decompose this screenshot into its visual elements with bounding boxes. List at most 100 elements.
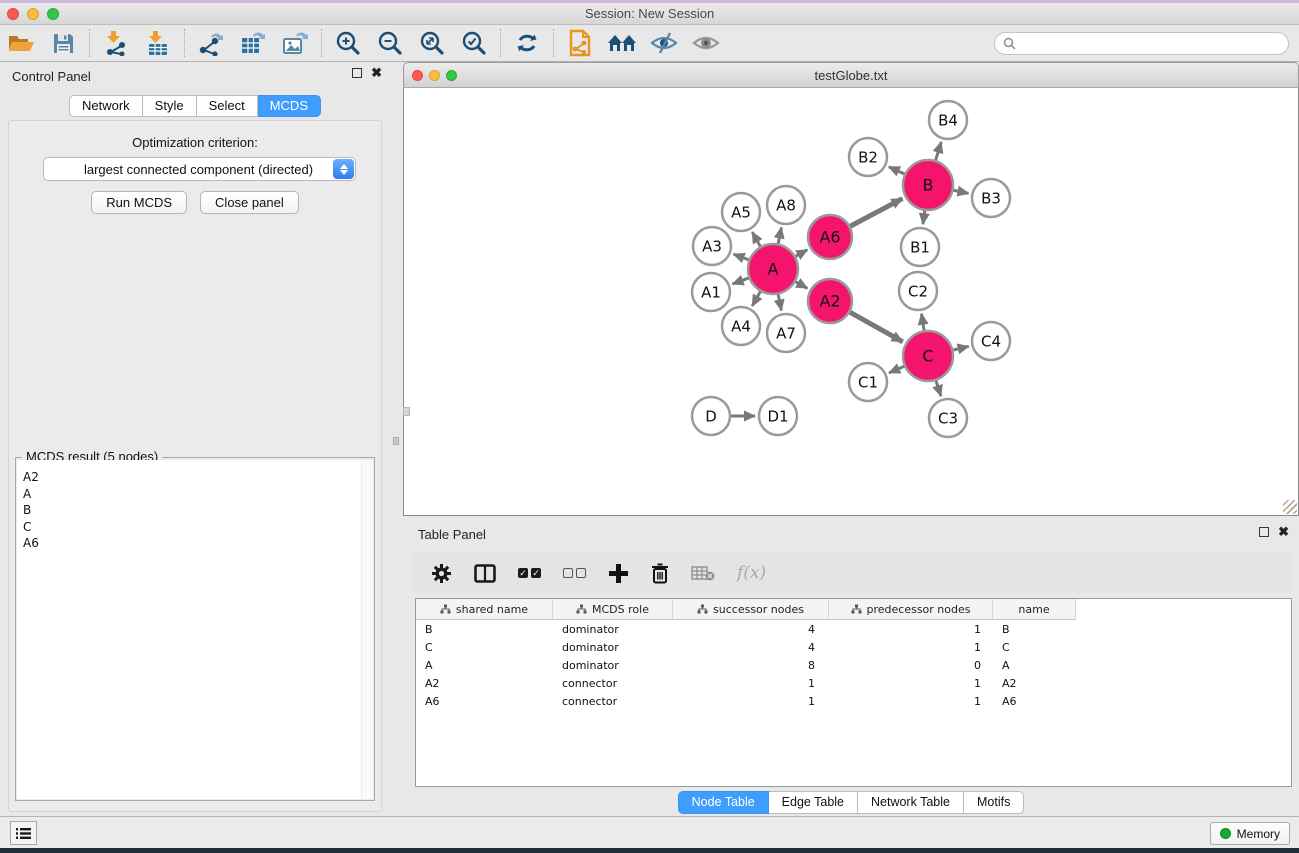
result-list-item[interactable]: C bbox=[23, 519, 373, 536]
network-window-title: testGlobe.txt bbox=[404, 68, 1298, 83]
graph-node-label: C1 bbox=[858, 374, 878, 392]
canvas-edge-handle[interactable] bbox=[403, 407, 410, 416]
window-titlebar[interactable]: Session: New Session bbox=[0, 3, 1299, 25]
search-field[interactable] bbox=[994, 32, 1289, 55]
search-icon bbox=[1003, 37, 1016, 50]
attribute-type-icon bbox=[697, 604, 708, 615]
resize-grip[interactable] bbox=[1283, 500, 1297, 514]
search-input[interactable] bbox=[1021, 37, 1288, 51]
optimization-criterion-dropdown[interactable]: largest connected component (directed) bbox=[43, 157, 356, 181]
graph-node-label: A7 bbox=[776, 325, 796, 343]
fit-content-button[interactable] bbox=[411, 27, 453, 59]
table-cell: 1 bbox=[829, 676, 993, 692]
float-panel-icon[interactable] bbox=[352, 68, 362, 78]
refresh-view-button[interactable] bbox=[506, 27, 548, 59]
table-row[interactable]: Adominator80A bbox=[416, 658, 1291, 674]
close-panel-button[interactable]: Close panel bbox=[200, 191, 299, 214]
result-list-item[interactable]: A bbox=[23, 486, 373, 503]
zoom-out-button[interactable] bbox=[369, 27, 411, 59]
import-network-icon bbox=[103, 30, 129, 56]
close-table-panel-icon[interactable]: ✖ bbox=[1278, 527, 1289, 537]
graph-edge-A6-B[interactable] bbox=[848, 199, 903, 228]
tab-style[interactable]: Style bbox=[143, 95, 197, 117]
table-cell: A bbox=[993, 658, 1076, 674]
table-panel: Table Panel ✖ bbox=[403, 520, 1299, 816]
open-session-button[interactable] bbox=[0, 27, 42, 59]
table-cell: dominator bbox=[553, 658, 673, 674]
network-window-titlebar[interactable]: testGlobe.txt bbox=[403, 62, 1299, 88]
column-header-MCDS-role[interactable]: MCDS role bbox=[553, 599, 673, 620]
delete-table-button[interactable] bbox=[691, 558, 715, 588]
splitter-handle[interactable] bbox=[393, 437, 399, 445]
home-icon bbox=[607, 31, 637, 55]
table-cell: B bbox=[416, 622, 553, 638]
select-all-button[interactable]: ✓✓ bbox=[518, 558, 541, 588]
zoom-selected-icon bbox=[461, 30, 487, 56]
graph-node-label: B1 bbox=[910, 239, 930, 257]
graph-node-label: A4 bbox=[731, 318, 751, 336]
home-button[interactable] bbox=[601, 27, 643, 59]
result-list-item[interactable]: A6 bbox=[23, 535, 373, 552]
split-table-button[interactable] bbox=[474, 558, 496, 588]
run-mcds-button[interactable]: Run MCDS bbox=[91, 191, 187, 214]
result-list-item[interactable]: A2 bbox=[23, 469, 373, 486]
application-window: Session: New Session bbox=[0, 0, 1299, 853]
result-list-item[interactable]: B bbox=[23, 502, 373, 519]
export-table-button[interactable] bbox=[232, 27, 274, 59]
column-header-predecessor-nodes[interactable]: predecessor nodes bbox=[829, 599, 993, 620]
table-row[interactable]: Cdominator41C bbox=[416, 640, 1291, 656]
table-cell: 1 bbox=[829, 622, 993, 638]
tab-network-table[interactable]: Network Table bbox=[858, 791, 964, 814]
deselect-all-button[interactable] bbox=[563, 558, 586, 588]
zoom-in-button[interactable] bbox=[327, 27, 369, 59]
network-from-document-button[interactable] bbox=[559, 27, 601, 59]
fit-selected-button[interactable] bbox=[453, 27, 495, 59]
tab-node-table[interactable]: Node Table bbox=[678, 791, 769, 814]
column-header-name[interactable]: name bbox=[993, 599, 1076, 620]
table-settings-button[interactable] bbox=[431, 558, 452, 588]
import-network-button[interactable] bbox=[95, 27, 137, 59]
show-graphics-details-button[interactable] bbox=[685, 27, 727, 59]
tab-motifs[interactable]: Motifs bbox=[964, 791, 1024, 814]
table-cell: 1 bbox=[829, 640, 993, 656]
tab-edge-table[interactable]: Edge Table bbox=[769, 791, 858, 814]
table-header-row: shared nameMCDS rolesuccessor nodesprede… bbox=[416, 599, 1291, 620]
mcds-tab-content: Optimization criterion: largest connecte… bbox=[8, 120, 382, 812]
import-table-button[interactable] bbox=[137, 27, 179, 59]
tab-mcds[interactable]: MCDS bbox=[258, 95, 321, 117]
float-table-panel-icon[interactable] bbox=[1259, 527, 1269, 537]
vertical-splitter[interactable] bbox=[390, 62, 403, 816]
hide-graphics-details-button[interactable] bbox=[643, 27, 685, 59]
toolbar-separator bbox=[500, 29, 501, 57]
window-title: Session: New Session bbox=[0, 6, 1299, 21]
table-row[interactable]: Bdominator41B bbox=[416, 622, 1291, 638]
control-panel: Control Panel ✖ NetworkStyleSelectMCDS O… bbox=[0, 62, 390, 816]
delete-column-button[interactable] bbox=[651, 558, 669, 588]
export-network-button[interactable] bbox=[190, 27, 232, 59]
table-cell: C bbox=[416, 640, 553, 656]
result-list-scrollbar[interactable] bbox=[361, 460, 373, 799]
main-toolbar bbox=[0, 25, 1299, 62]
export-image-button[interactable] bbox=[274, 27, 316, 59]
table-row[interactable]: A6connector11A6 bbox=[416, 694, 1291, 710]
function-builder-button[interactable]: f(x) bbox=[737, 558, 766, 588]
network-canvas[interactable]: AA1A2A3A4A5A6A7A8BB1B2B3B4CC1C2C3C4DD1 bbox=[403, 88, 1299, 516]
zoom-out-icon bbox=[377, 30, 403, 56]
table-toolbar: ✓✓ bbox=[413, 553, 1292, 593]
tab-select[interactable]: Select bbox=[197, 95, 258, 117]
save-session-button[interactable] bbox=[42, 27, 84, 59]
graph-edge-B-B4[interactable] bbox=[935, 142, 941, 163]
create-column-button[interactable] bbox=[608, 558, 629, 588]
tab-network[interactable]: Network bbox=[69, 95, 143, 117]
task-history-button[interactable] bbox=[10, 821, 37, 845]
table-cell: dominator bbox=[553, 622, 673, 638]
memory-button[interactable]: Memory bbox=[1210, 822, 1290, 845]
close-panel-icon[interactable]: ✖ bbox=[371, 68, 382, 78]
table-cell: A6 bbox=[993, 694, 1076, 710]
table-row[interactable]: A2connector11A2 bbox=[416, 676, 1291, 692]
column-header-shared-name[interactable]: shared name bbox=[416, 599, 553, 620]
graph-edge-A2-C[interactable] bbox=[847, 311, 902, 342]
zoom-in-icon bbox=[335, 30, 361, 56]
dropdown-selected-value: largest connected component (directed) bbox=[44, 162, 333, 177]
column-header-successor-nodes[interactable]: successor nodes bbox=[673, 599, 829, 620]
